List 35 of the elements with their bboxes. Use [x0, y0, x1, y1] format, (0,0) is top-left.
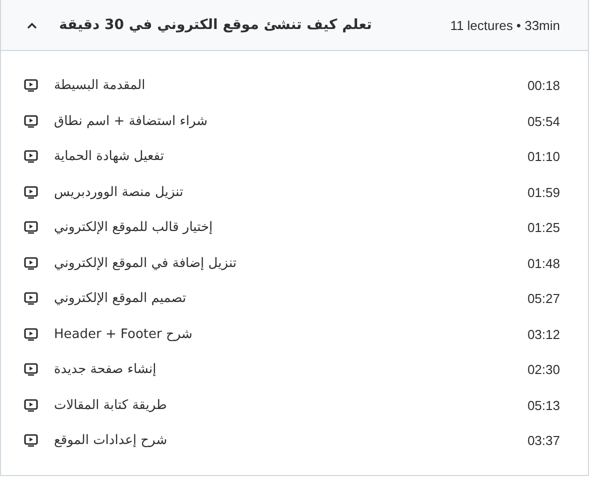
video-icon [24, 221, 38, 234]
lecture-title[interactable]: شرح إعدادات الموقع [54, 433, 168, 448]
video-icon [24, 434, 38, 448]
section-title: تعلم كيف تنشئ موقع الكتروني في 30 دقيقة [59, 17, 372, 33]
lecture-duration: 05:54 [527, 114, 560, 129]
lecture-title[interactable]: طريقة كتابة المقالات [54, 398, 167, 413]
lecture-duration: 00:18 [527, 78, 560, 94]
lecture-duration: 02:30 [527, 362, 560, 378]
video-icon [24, 328, 38, 341]
lecture-title[interactable]: إختيار قالب للموقع الإلكتروني [54, 220, 213, 236]
lecture-duration: 01:25 [527, 220, 560, 236]
video-icon [24, 114, 38, 128]
video-icon [24, 79, 38, 92]
lecture-duration: 03:12 [527, 326, 560, 342]
lecture-duration: 01:10 [527, 149, 560, 164]
lecture-duration: 05:13 [527, 398, 560, 413]
lecture-duration: 01:48 [527, 256, 560, 271]
lecture-title[interactable]: تنزيل إضافة في الموقع الإلكتروني [54, 256, 236, 271]
video-icon [24, 186, 38, 199]
section-summary: 11 lectures • 33min [450, 18, 560, 32]
video-icon [24, 292, 38, 306]
video-icon [24, 363, 38, 376]
lecture-title[interactable]: تنزيل منصة الووردبريس [54, 184, 184, 200]
video-icon [24, 256, 38, 270]
video-icon [24, 150, 38, 164]
lecture-title[interactable]: إنشاء صفحة جديدة [54, 362, 156, 378]
lecture-duration: 03:37 [527, 433, 560, 448]
lecture-title[interactable]: شراء استضافة + اسم نطاق [54, 114, 208, 129]
lecture-title[interactable]: شرح Header + Footer [54, 326, 192, 342]
lecture-duration: 01:59 [527, 184, 560, 200]
video-icon [24, 398, 38, 412]
lecture-title[interactable]: المقدمة البسيطة [54, 78, 146, 94]
lecture-duration: 05:27 [527, 291, 560, 306]
lecture-title[interactable]: تفعيل شهادة الحماية [54, 149, 164, 164]
lecture-title[interactable]: تصميم الموقع الإلكتروني [54, 291, 186, 306]
